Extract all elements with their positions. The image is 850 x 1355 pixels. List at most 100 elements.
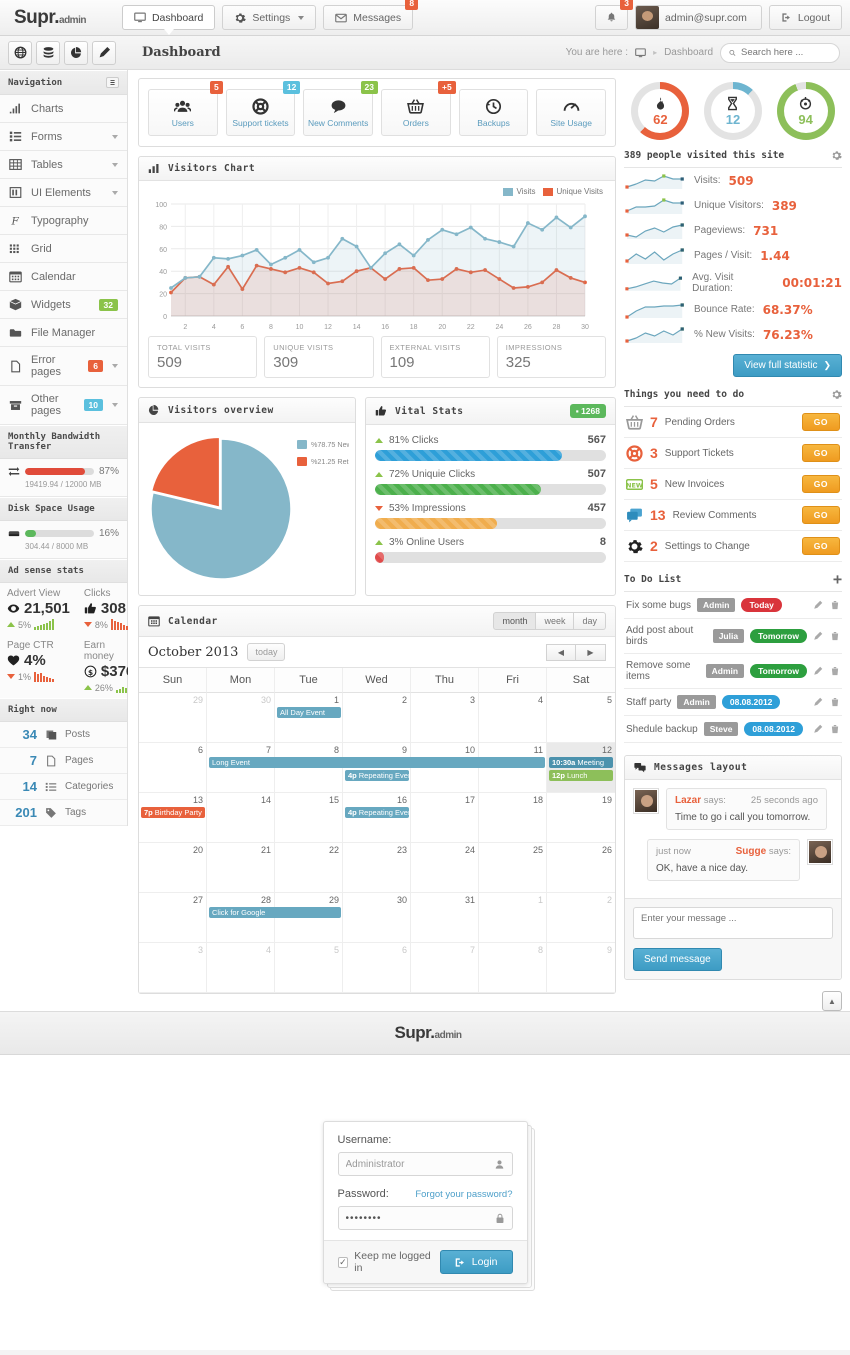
rightnow-row[interactable]: 34 Posts [0, 722, 127, 748]
calendar-day-cell[interactable]: 12 [547, 743, 615, 793]
calendar-day-cell[interactable]: 19 [547, 793, 615, 843]
calendar-event[interactable]: All Day Event [276, 707, 341, 718]
calendar-day-cell[interactable]: 16 [343, 793, 411, 843]
add-todo-button[interactable]: + [833, 572, 842, 586]
calendar-day-cell[interactable]: 21 [207, 843, 275, 893]
password-field[interactable] [337, 1206, 513, 1230]
sidebar-item-other-pages[interactable]: Other pages 10 [0, 386, 127, 425]
tile-backups[interactable]: Backups [458, 89, 529, 136]
sidebar-item-forms[interactable]: Forms [0, 123, 127, 151]
tile-support-tickets[interactable]: Support tickets 12 [225, 81, 301, 136]
pencil-icon[interactable] [92, 40, 116, 65]
sidebar-item-tables[interactable]: Tables [0, 151, 127, 179]
pencil-icon[interactable] [813, 666, 823, 676]
calendar-day-cell[interactable]: 30 [343, 893, 411, 943]
things-todo-go-button[interactable]: GO [801, 444, 840, 462]
calendar-day-cell[interactable]: 9 [547, 943, 615, 993]
calendar-event[interactable]: 7p Birthday Party [141, 807, 205, 818]
sidebar-item-calendar[interactable]: Calendar [0, 263, 127, 291]
tile-new-comments[interactable]: New Comments 23 [303, 81, 379, 136]
calendar-day-cell[interactable]: 2 [343, 693, 411, 743]
calendar-event[interactable]: 4p Repeating Event [345, 807, 409, 818]
topnav-messages-button[interactable]: Messages 8 [323, 0, 419, 30]
user-menu-button[interactable]: admin@supr.com [635, 5, 762, 30]
calendar-today-button[interactable]: today [247, 643, 286, 661]
calendar-day-cell[interactable]: 1 [479, 893, 547, 943]
topnav-settings-button[interactable]: Settings [222, 5, 317, 30]
calendar-day-cell[interactable]: 7 [207, 743, 275, 793]
calendar-day-cell[interactable]: 29 [139, 693, 207, 743]
calendar-day-cell[interactable]: 25 [479, 843, 547, 893]
message-input[interactable] [633, 907, 833, 939]
calendar-day-cell[interactable]: 8 [275, 743, 343, 793]
rightnow-row[interactable]: 7 Pages [0, 748, 127, 774]
pie-icon[interactable] [64, 40, 88, 65]
calendar-day-cell[interactable]: 4 [207, 943, 275, 993]
trash-icon[interactable] [830, 724, 840, 734]
things-todo-go-button[interactable]: GO [801, 413, 840, 431]
calendar-day-cell[interactable]: 7 [411, 943, 479, 993]
search-box[interactable] [720, 42, 840, 63]
globe-icon[interactable] [8, 40, 32, 65]
sidebar-item-widgets[interactable]: Widgets 32 [0, 291, 127, 319]
calendar-event[interactable]: 10:30a Meeting [549, 757, 613, 768]
calendar-day-cell[interactable]: 2 [547, 893, 615, 943]
calendar-day-cell[interactable]: 14 [207, 793, 275, 843]
tile-orders[interactable]: Orders +5 [381, 81, 456, 136]
trash-icon[interactable] [830, 697, 840, 707]
sidebar-collapse-button[interactable]: ≡ [106, 77, 119, 88]
calendar-day-cell[interactable]: 9 [343, 743, 411, 793]
send-message-button[interactable]: Send message [633, 948, 722, 971]
calendar-day-cell[interactable]: 27 [139, 893, 207, 943]
calendar-day-cell[interactable]: 3 [139, 943, 207, 993]
calendar-event[interactable]: 4p Repeating Event [345, 770, 409, 781]
calendar-event[interactable]: 12p Lunch [549, 770, 613, 781]
sidebar-item-error-pages[interactable]: Error pages 6 [0, 347, 127, 386]
trash-icon[interactable] [830, 666, 840, 676]
search-input[interactable] [741, 47, 831, 58]
calendar-view-week[interactable]: week [536, 612, 575, 630]
calendar-day-cell[interactable]: 8 [479, 943, 547, 993]
calendar-day-cell[interactable]: 1 [275, 693, 343, 743]
calendar-day-cell[interactable]: 6 [139, 743, 207, 793]
calendar-day-cell[interactable]: 23 [343, 843, 411, 893]
calendar-view-day[interactable]: day [574, 612, 606, 630]
calendar-day-cell[interactable]: 15 [275, 793, 343, 843]
calendar-day-cell[interactable]: 22 [275, 843, 343, 893]
gear-icon[interactable] [831, 389, 842, 400]
things-todo-go-button[interactable]: GO [801, 537, 840, 555]
rightnow-row[interactable]: 201 Tags [0, 800, 127, 826]
pencil-icon[interactable] [813, 600, 823, 610]
calendar-next-button[interactable]: ▶ [576, 643, 606, 661]
trash-icon[interactable] [830, 600, 840, 610]
calendar-day-cell[interactable]: 10 [411, 743, 479, 793]
calendar-day-cell[interactable]: 29 [275, 893, 343, 943]
notifications-button[interactable]: 3 [595, 0, 634, 30]
breadcrumb-current[interactable]: Dashboard [664, 47, 713, 58]
things-todo-go-button[interactable]: GO [801, 475, 840, 493]
forgot-password-link[interactable]: Forgot your password? [415, 1189, 512, 1200]
calendar-day-cell[interactable]: 31 [411, 893, 479, 943]
calendar-day-cell[interactable]: 13 [139, 793, 207, 843]
database-icon[interactable] [36, 40, 60, 65]
sidebar-item-grid[interactable]: Grid [0, 235, 127, 263]
calendar-day-cell[interactable]: 17 [411, 793, 479, 843]
calendar-day-cell[interactable]: 5 [547, 693, 615, 743]
topnav-dashboard-button[interactable]: Dashboard [121, 5, 216, 35]
calendar-day-cell[interactable]: 18 [479, 793, 547, 843]
calendar-prev-button[interactable]: ◀ [546, 643, 576, 661]
pencil-icon[interactable] [813, 631, 823, 641]
view-full-statistic-button[interactable]: View full statistic ❯ [733, 354, 842, 377]
login-button[interactable]: Login [439, 1250, 513, 1274]
logout-button[interactable]: Logout [768, 5, 842, 30]
gear-icon[interactable] [831, 150, 842, 161]
sidebar-item-typography[interactable]: F Typography [0, 207, 127, 235]
pencil-icon[interactable] [813, 697, 823, 707]
tile-site-usage[interactable]: Site Usage [536, 89, 607, 136]
calendar-day-cell[interactable]: 20 [139, 843, 207, 893]
calendar-event[interactable]: Long Event [208, 757, 545, 768]
things-todo-go-button[interactable]: GO [801, 506, 840, 524]
pencil-icon[interactable] [813, 724, 823, 734]
trash-icon[interactable] [830, 631, 840, 641]
calendar-day-cell[interactable]: 11 [479, 743, 547, 793]
